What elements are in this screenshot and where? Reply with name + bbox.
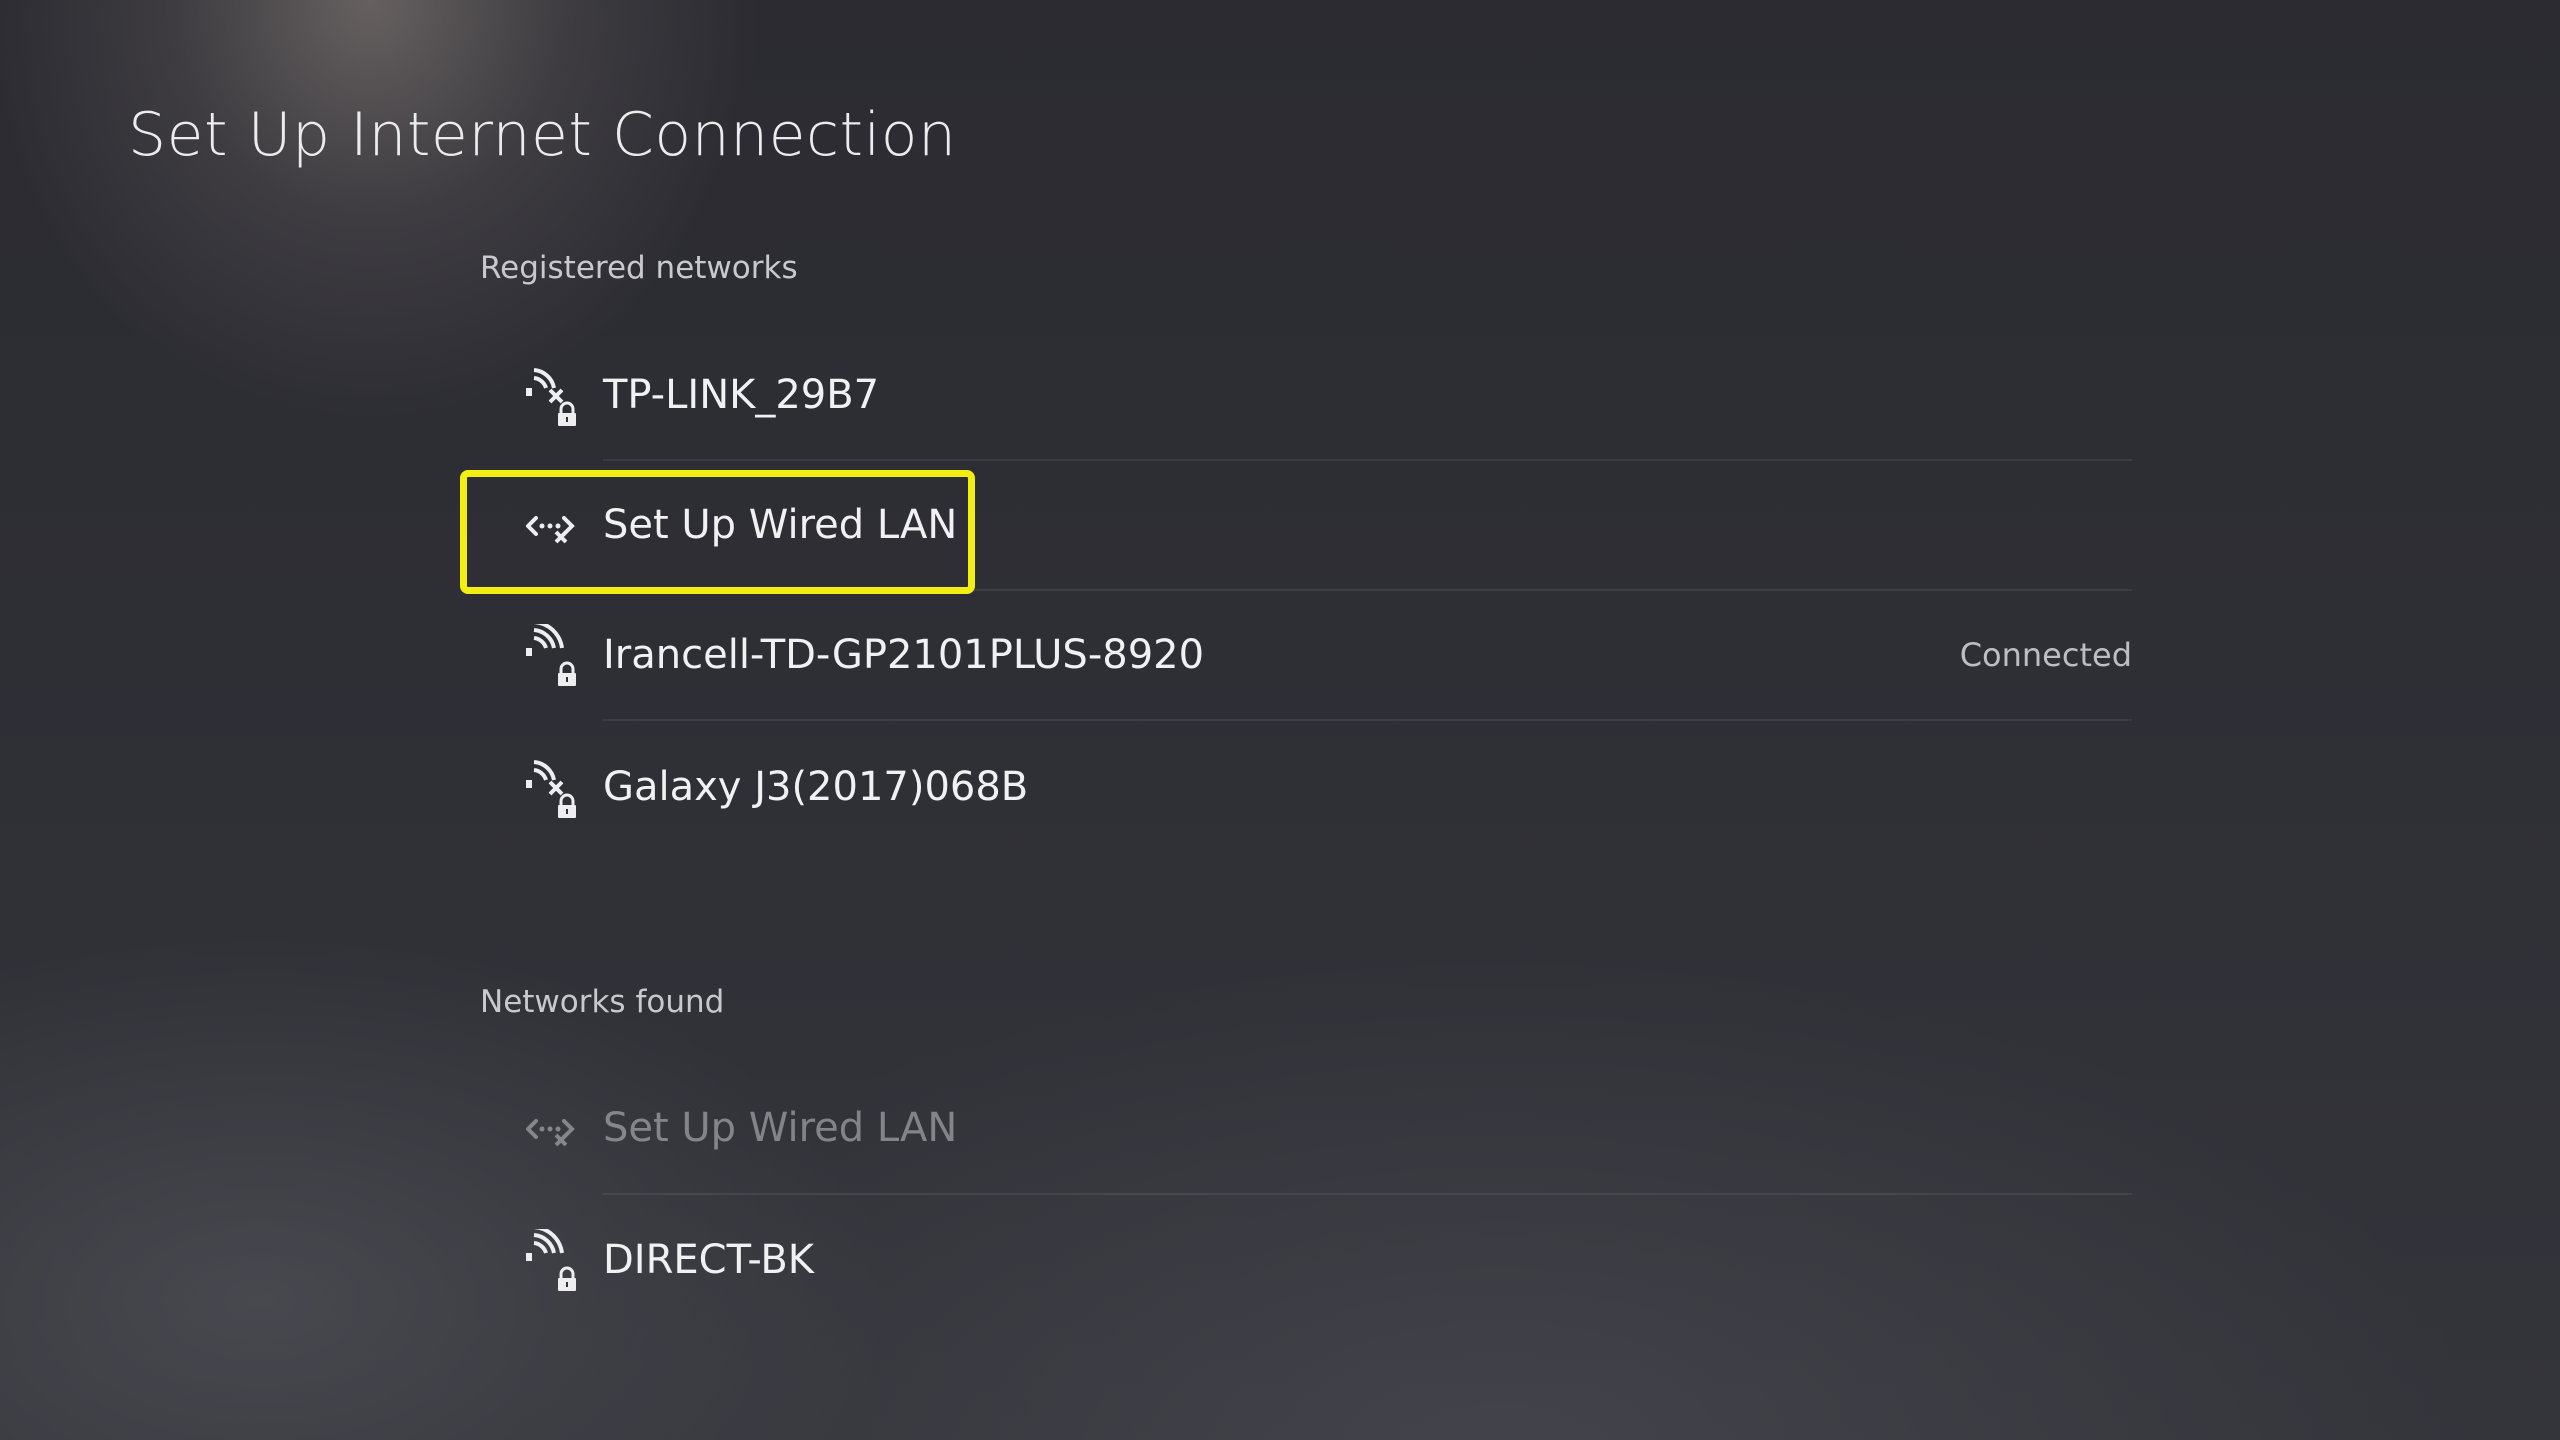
wifi-unavailable-locked-icon [520,364,580,428]
network-item-direct-bk[interactable]: DIRECT-BK [490,1195,2132,1325]
row-divider [603,719,2132,721]
network-name: DIRECT-BK [603,1237,815,1283]
wired-lan-disconnected-icon [520,494,580,558]
page-title: Set Up Internet Connection [128,100,957,170]
networks-found-heading: Networks found [480,984,725,1020]
network-name: Irancell-TD-GP2101PLUS-8920 [603,632,1205,678]
network-item-tp-link[interactable]: TP-LINK_29B7 [490,330,2132,460]
wired-lan-disconnected-icon [520,1097,580,1161]
connected-status: Connected [1959,636,2132,674]
wifi-unavailable-locked-icon [520,756,580,820]
network-name: Set Up Wired LAN [603,1105,958,1151]
network-item-irancell[interactable]: Irancell-TD-GP2101PLUS-8920 Connected [490,590,2132,720]
network-item-set-up-wired-lan[interactable]: Set Up Wired LAN [490,460,2132,590]
wifi-locked-icon [520,624,580,688]
registered-networks-heading: Registered networks [480,250,798,286]
wifi-locked-icon [520,1229,580,1293]
network-name: Galaxy J3(2017)068B [603,764,1029,810]
network-name: Set Up Wired LAN [603,502,958,548]
network-item-set-up-wired-lan-found[interactable]: Set Up Wired LAN [490,1063,2132,1193]
network-name: TP-LINK_29B7 [603,372,880,418]
network-item-galaxy-j3[interactable]: Galaxy J3(2017)068B [490,722,2132,852]
